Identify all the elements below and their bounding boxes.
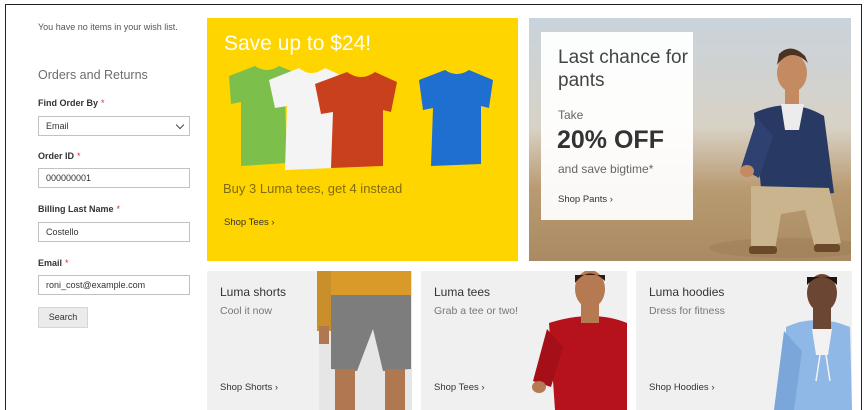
required-marker: * [116, 204, 121, 214]
find-order-by-label: Find Order By * [38, 98, 105, 108]
tees-subtitle: Grab a tee or two! [434, 305, 519, 317]
required-marker: * [65, 258, 69, 268]
required-marker: * [101, 98, 105, 108]
pants-promo-title: Last chance for pants [558, 47, 688, 91]
hoodies-title: Luma hoodies [649, 285, 725, 299]
order-id-label: Order ID * [38, 151, 81, 161]
shop-shorts-link[interactable]: Shop Shorts › [220, 382, 278, 393]
shop-tees-tile-link[interactable]: Shop Tees › [434, 382, 485, 393]
blue-tshirt [419, 70, 493, 166]
email-label: Email * [38, 258, 69, 268]
shop-tees-link[interactable]: Shop Tees › [224, 217, 275, 228]
billing-last-name-label: Billing Last Name * [38, 204, 121, 214]
shorts-subtitle: Cool it now [220, 305, 272, 317]
shorts-title: Luma shorts [220, 285, 287, 299]
chevron-down-icon [175, 120, 185, 130]
hoodies-subtitle: Dress for fitness [649, 305, 725, 317]
tees-promo-subtitle: Buy 3 Luma tees, get 4 instead [223, 181, 403, 196]
hoodies-tile[interactable]: Luma hoodies Dress for fitness Shop Hood… [636, 271, 852, 410]
required-marker: * [77, 151, 81, 161]
tees-tile[interactable]: Luma tees Grab a tee or two! Shop Tees › [421, 271, 627, 410]
tees-title: Luma tees [434, 285, 491, 299]
tees-promo-banner[interactable]: Save up to $24! Buy 3 Luma tees, get 4 i… [207, 18, 518, 261]
pants-promo-banner[interactable]: Last chance for pants Take 20% OFF and s… [529, 18, 851, 261]
pants-promo-save-text: and save bigtime* [558, 162, 654, 176]
order-id-input[interactable]: 000000001 [38, 168, 190, 188]
wishlist-empty-message: You have no items in your wish list. [38, 22, 178, 32]
pants-promo-take: Take [558, 108, 584, 122]
shorts-tile[interactable]: Luma shorts Cool it now Shop Shorts › [207, 271, 412, 410]
pants-promo-discount: 20% OFF [557, 126, 664, 154]
pants-promo-card: Last chance for pants Take 20% OFF and s… [541, 32, 693, 220]
orders-returns-title: Orders and Returns [38, 68, 148, 82]
billing-last-name-input[interactable]: Costello [38, 222, 190, 242]
search-button[interactable]: Search [38, 307, 88, 328]
shop-pants-link[interactable]: Shop Pants › [558, 194, 613, 205]
email-input[interactable]: roni_cost@example.com [38, 275, 190, 295]
find-order-by-select[interactable]: Email [38, 116, 190, 136]
shop-hoodies-link[interactable]: Shop Hoodies › [649, 382, 714, 393]
